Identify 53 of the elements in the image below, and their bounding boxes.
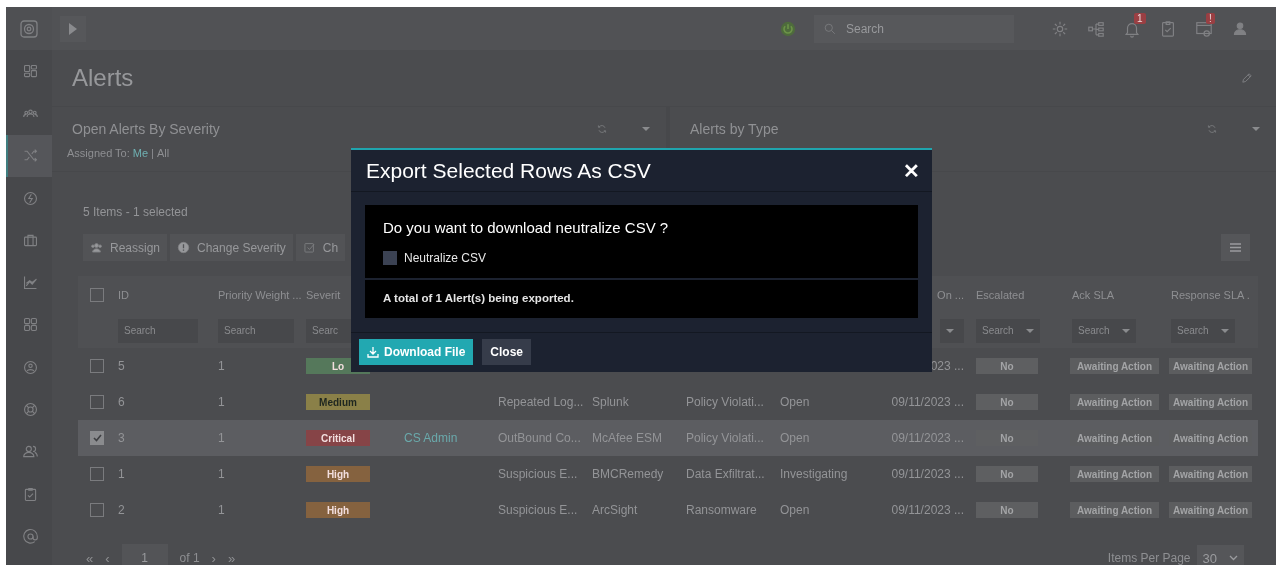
selection-summary: 5 Items - 1 selected bbox=[83, 205, 189, 219]
table-cell: 1 bbox=[218, 467, 225, 481]
sla-badge: Awaiting Action bbox=[1070, 394, 1159, 410]
table-cell: 1 bbox=[218, 503, 225, 517]
table-cell: 09/11/2023 ... bbox=[891, 503, 964, 517]
escalated-badge: No bbox=[976, 394, 1038, 410]
table-cell: 09/11/2023 ... bbox=[891, 395, 964, 409]
table-cell: 09/11/2023 ... bbox=[891, 467, 964, 481]
sla-badge: Awaiting Action bbox=[1070, 358, 1159, 374]
table-cell: Investigating bbox=[780, 467, 848, 481]
widget-title: Open Alerts By Severity bbox=[72, 121, 221, 137]
table-cell: ArcSight bbox=[592, 503, 638, 517]
escalated-badge: No bbox=[976, 466, 1038, 482]
escalated-badge: No bbox=[976, 358, 1038, 374]
dialog-question: Do you want to download neutralize CSV ? bbox=[382, 218, 670, 236]
checkbox-label: Neutralize CSV bbox=[404, 251, 487, 265]
table-cell: Splunk bbox=[592, 395, 629, 409]
sla-badge: Awaiting Action bbox=[1070, 502, 1159, 518]
sla-badge: Awaiting Action bbox=[1169, 502, 1252, 518]
table-cell: Suspicious E... bbox=[498, 503, 578, 517]
table-cell: 1 bbox=[118, 467, 125, 481]
assigned-label: Assigned To: bbox=[67, 147, 130, 159]
table-cell: 1 bbox=[218, 395, 225, 409]
table-cell: BMCRemedy bbox=[592, 467, 664, 481]
table-cell: Open bbox=[780, 503, 810, 517]
severity-badge: Critical bbox=[306, 430, 370, 446]
page-count: of 1 bbox=[179, 551, 200, 565]
table-cell: Policy Violati... bbox=[686, 395, 764, 409]
table-cell: 6 bbox=[118, 395, 125, 409]
export-note: A total of 1 Alert(s) being exported. bbox=[365, 278, 918, 318]
table-cell: 5 bbox=[118, 359, 125, 373]
table-cell: Ransomware bbox=[686, 503, 757, 517]
table-cell: 1 bbox=[218, 359, 225, 373]
notification-badge: 1 bbox=[1134, 12, 1146, 24]
widget-title: Alerts by Type bbox=[690, 121, 780, 137]
table-cell: Data Exfiltrat... bbox=[686, 467, 765, 481]
table-cell: Suspicious E... bbox=[498, 467, 578, 481]
table-cell: Repeated Log... bbox=[498, 395, 584, 409]
sla-badge: Awaiting Action bbox=[1070, 466, 1159, 482]
dialog-title: Export Selected Rows As CSV bbox=[366, 158, 651, 183]
severity-badge: High bbox=[306, 466, 370, 482]
sla-badge: Awaiting Action bbox=[1169, 394, 1252, 410]
separator: | bbox=[151, 147, 154, 159]
table-cell: Open bbox=[780, 395, 810, 409]
severity-badge: High bbox=[306, 502, 370, 518]
severity-badge: Medium bbox=[306, 394, 370, 410]
page-title: Alerts bbox=[72, 64, 134, 92]
items-per-page-label: Items Per Page bbox=[1107, 551, 1191, 565]
escalated-badge: No bbox=[976, 502, 1038, 518]
sla-badge: Awaiting Action bbox=[1169, 358, 1252, 374]
notification-badge: ! bbox=[1206, 12, 1215, 24]
sla-badge: Awaiting Action bbox=[1169, 466, 1252, 482]
table-cell: 2 bbox=[118, 503, 125, 517]
